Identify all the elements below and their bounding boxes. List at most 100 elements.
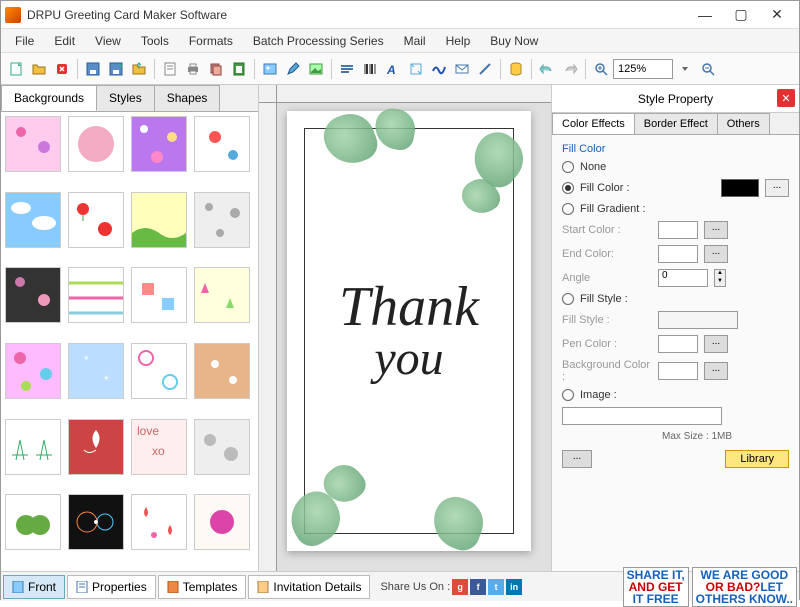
menu-edit[interactable]: Edit	[44, 31, 85, 51]
background-thumb[interactable]	[5, 116, 61, 172]
fill-color-picker-button[interactable]: ...	[765, 179, 789, 197]
menu-tools[interactable]: Tools	[131, 31, 179, 51]
zoom-in-icon[interactable]	[590, 58, 612, 80]
background-thumb[interactable]	[5, 192, 61, 248]
picture-tool-icon[interactable]	[305, 58, 327, 80]
background-thumb[interactable]	[68, 419, 124, 475]
background-thumb[interactable]	[131, 343, 187, 399]
background-thumb[interactable]	[68, 267, 124, 323]
tab-border-effect[interactable]: Border Effect	[634, 113, 718, 134]
line-tool-icon[interactable]	[474, 58, 496, 80]
background-thumb[interactable]	[5, 419, 61, 475]
promo-share-free[interactable]: SHARE IT, AND GET IT FREE	[623, 567, 689, 607]
greeting-card[interactable]: Thank you	[287, 111, 531, 551]
bottom-tab-invitation[interactable]: Invitation Details	[248, 575, 370, 599]
save-as-icon[interactable]	[105, 58, 127, 80]
open-icon[interactable]	[28, 58, 50, 80]
pen-color-picker-button[interactable]: ...	[704, 335, 728, 353]
menu-file[interactable]: File	[5, 31, 44, 51]
print-icon[interactable]	[182, 58, 204, 80]
end-color-swatch[interactable]	[658, 245, 698, 263]
fill-color-swatch[interactable]	[721, 179, 759, 197]
menu-mail[interactable]: Mail	[394, 31, 436, 51]
linkedin-icon[interactable]: in	[506, 579, 522, 595]
pen-tool-icon[interactable]	[282, 58, 304, 80]
text-tool-icon[interactable]	[336, 58, 358, 80]
radio-fill-gradient[interactable]	[562, 203, 574, 215]
tab-backgrounds[interactable]: Backgrounds	[1, 85, 97, 111]
delete-icon[interactable]	[51, 58, 73, 80]
background-thumb[interactable]	[194, 192, 250, 248]
facebook-icon[interactable]: f	[470, 579, 486, 595]
menu-help[interactable]: Help	[436, 31, 481, 51]
background-thumb[interactable]: **	[68, 343, 124, 399]
barcode-tool-icon[interactable]	[359, 58, 381, 80]
zoom-out-icon[interactable]	[697, 58, 719, 80]
radio-fill-style[interactable]	[562, 293, 574, 305]
page-icon[interactable]	[159, 58, 181, 80]
mail-tool-icon[interactable]	[451, 58, 473, 80]
background-thumb[interactable]	[194, 267, 250, 323]
background-thumb[interactable]	[194, 419, 250, 475]
background-thumb[interactable]: lovexo	[131, 419, 187, 475]
background-thumb[interactable]	[131, 116, 187, 172]
close-panel-button[interactable]: ✕	[777, 89, 795, 107]
minimize-button[interactable]: —	[687, 3, 723, 27]
maximize-button[interactable]: ▢	[723, 3, 759, 27]
zoom-dropdown-icon[interactable]	[674, 58, 696, 80]
angle-spinner[interactable]: ▲▼	[714, 269, 726, 287]
angle-input[interactable]: 0	[658, 269, 708, 287]
signature-tool-icon[interactable]	[428, 58, 450, 80]
start-color-picker-button[interactable]: ...	[704, 221, 728, 239]
background-thumb[interactable]	[131, 192, 187, 248]
background-thumb[interactable]	[194, 116, 250, 172]
database-icon[interactable]	[505, 58, 527, 80]
menu-view[interactable]: View	[85, 31, 131, 51]
background-thumb[interactable]	[68, 192, 124, 248]
menu-formats[interactable]: Formats	[179, 31, 243, 51]
undo-icon[interactable]	[536, 58, 558, 80]
radio-image[interactable]	[562, 389, 574, 401]
radio-fill-color[interactable]	[562, 182, 574, 194]
canvas-area[interactable]: Thank you	[259, 85, 551, 571]
image-tool-icon[interactable]	[259, 58, 281, 80]
background-thumb[interactable]	[5, 267, 61, 323]
bottom-tab-templates[interactable]: Templates	[158, 575, 247, 599]
fill-style-select[interactable]	[658, 311, 738, 329]
new-icon[interactable]	[5, 58, 27, 80]
bg-color-picker-button[interactable]: ...	[704, 362, 728, 380]
googleplus-icon[interactable]: g	[452, 579, 468, 595]
bottom-tab-properties[interactable]: Properties	[67, 575, 156, 599]
pen-color-swatch[interactable]	[658, 335, 698, 353]
library-button[interactable]: Library	[725, 450, 789, 468]
font-tool-icon[interactable]: A	[382, 58, 404, 80]
tab-others[interactable]: Others	[717, 113, 770, 134]
bg-color-swatch[interactable]	[658, 362, 698, 380]
close-window-button[interactable]: ✕	[759, 3, 795, 27]
menu-buy-now[interactable]: Buy Now	[480, 31, 548, 51]
tab-styles[interactable]: Styles	[96, 85, 155, 111]
paste-icon[interactable]	[228, 58, 250, 80]
tab-color-effects[interactable]: Color Effects	[552, 113, 635, 134]
tab-shapes[interactable]: Shapes	[154, 85, 221, 111]
rotate-tool-icon[interactable]	[405, 58, 427, 80]
promo-feedback[interactable]: WE ARE GOOD OR BAD?LET OTHERS KNOW..	[692, 567, 797, 607]
background-thumb[interactable]	[131, 267, 187, 323]
radio-none[interactable]	[562, 161, 574, 173]
zoom-value[interactable]: 125%	[613, 59, 673, 79]
background-thumb[interactable]	[68, 494, 124, 550]
copy-icon[interactable]	[205, 58, 227, 80]
bottom-tab-front[interactable]: Front	[3, 575, 65, 599]
start-color-swatch[interactable]	[658, 221, 698, 239]
menu-batch[interactable]: Batch Processing Series	[243, 31, 394, 51]
background-thumb[interactable]	[194, 494, 250, 550]
save-icon[interactable]	[82, 58, 104, 80]
background-thumb[interactable]	[5, 343, 61, 399]
background-thumb[interactable]	[68, 116, 124, 172]
image-path-input[interactable]	[562, 407, 722, 425]
background-thumb[interactable]	[131, 494, 187, 550]
redo-icon[interactable]	[559, 58, 581, 80]
twitter-icon[interactable]: t	[488, 579, 504, 595]
background-thumb[interactable]	[5, 494, 61, 550]
export-icon[interactable]	[128, 58, 150, 80]
